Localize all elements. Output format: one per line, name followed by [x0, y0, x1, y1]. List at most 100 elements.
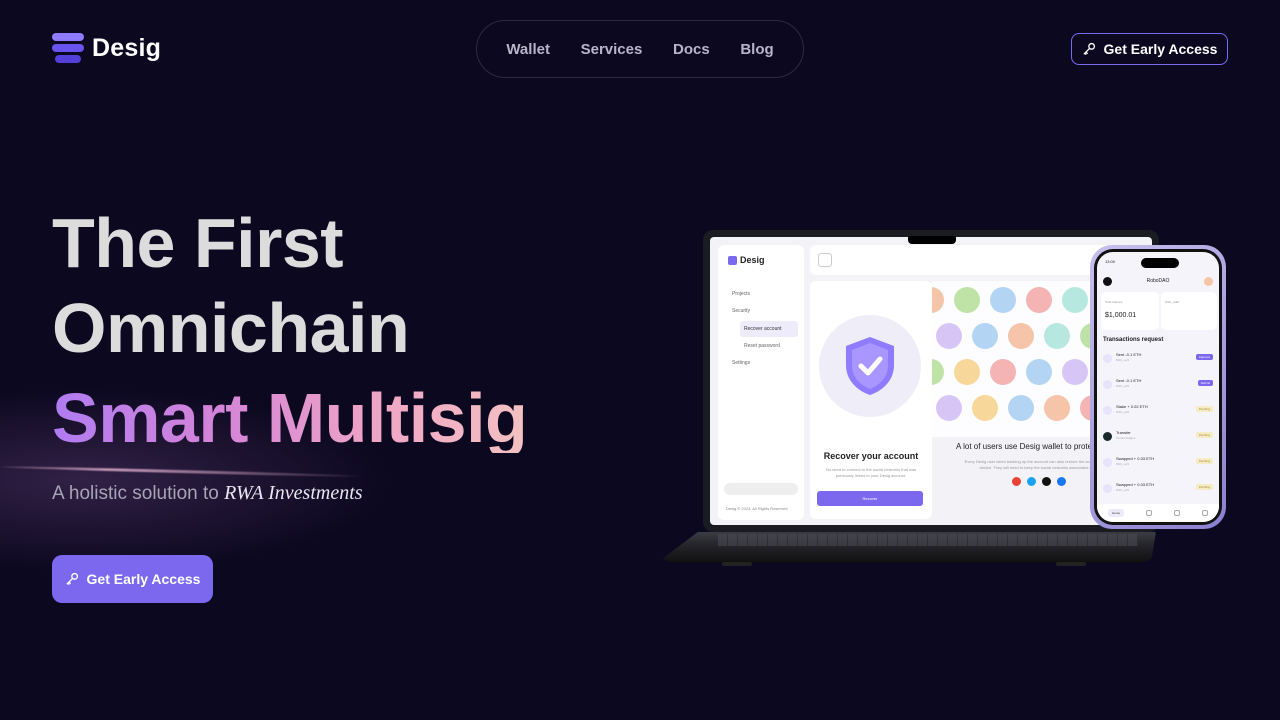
tx-title: Sent -0.1 ETH — [1116, 352, 1142, 357]
recover-description: No need to connect to the social network… — [825, 467, 917, 478]
hero-cta-label: Get Early Access — [86, 571, 201, 587]
phone-bezel: 13:00 RoboDAO Total balance $1,000.01 DS… — [1094, 249, 1222, 525]
tx-title: Sent -0.1 ETH — [1116, 378, 1142, 383]
tx-icon — [1103, 458, 1112, 467]
logo-icon — [728, 255, 737, 265]
logo-icon — [52, 32, 84, 64]
key-icon — [1083, 42, 1095, 55]
brand-name: Desig — [92, 33, 162, 62]
twitter-icon — [1027, 477, 1036, 486]
hero-early-access-button[interactable]: Get Early Access — [52, 555, 213, 603]
balance-card: Total balance $1,000.01 — [1101, 292, 1159, 330]
nav-item-services[interactable]: Services — [581, 41, 643, 58]
status-badge: Pending — [1195, 484, 1213, 490]
signer-card: DSG_addr — [1161, 292, 1217, 330]
avatar — [954, 359, 980, 385]
hero-title-line-1: The First — [52, 204, 344, 282]
avatar — [1026, 359, 1052, 385]
list-item: Transfer Tomas Dragon Pending — [1103, 430, 1213, 452]
shield-icon — [1174, 510, 1180, 516]
tx-sub: DSG_ax9 — [1116, 410, 1130, 414]
shield-check-icon — [846, 337, 894, 395]
sidebar-item-recover: Recover account — [740, 321, 798, 337]
tx-sub: Tomas Dragon — [1116, 436, 1136, 440]
nav-item-docs[interactable]: Docs — [673, 41, 710, 58]
status-badge: Approve — [1195, 354, 1213, 360]
app-brand-name: Desig — [740, 255, 765, 265]
laptop-foot — [1056, 562, 1086, 566]
tx-icon — [1103, 380, 1112, 389]
tx-icon — [1103, 406, 1112, 415]
theme-switcher — [724, 483, 798, 495]
sidebar-item-reset: Reset password — [744, 343, 780, 349]
avatar — [972, 395, 998, 421]
laptop-foot — [722, 562, 752, 566]
recover-card: Recover your account No need to connect … — [810, 281, 932, 519]
avatar — [1044, 323, 1070, 349]
avatar — [932, 359, 944, 385]
subtitle-prefix: A holistic solution to — [52, 483, 225, 504]
avatar — [1026, 287, 1052, 313]
list-item: Sent -0.1 ETH DSG_ax9 Submit — [1103, 378, 1213, 400]
laptop-keyboard — [718, 534, 1138, 546]
app-sidebar: Desig Projects Security Recover account … — [718, 245, 804, 520]
sidebar-item-security: Security — [732, 308, 751, 314]
brand-logo[interactable]: Desig — [52, 32, 161, 64]
tx-title: Swapped + 0.03 ETH — [1116, 456, 1155, 461]
menu-icon — [818, 253, 832, 267]
home-tab: Home — [1108, 509, 1124, 517]
phone-screen: 13:00 RoboDAO Total balance $1,000.01 DS… — [1097, 252, 1219, 522]
wallet-icon — [1146, 510, 1152, 516]
avatar — [1008, 323, 1034, 349]
status-badge: Pending — [1195, 432, 1213, 438]
sidebar-item-settings: Settings — [732, 360, 751, 366]
phone-time: 13:00 — [1105, 259, 1116, 264]
tx-icon — [1103, 432, 1112, 441]
status-badge: Submit — [1197, 380, 1213, 386]
phone-mockup: 13:00 RoboDAO Total balance $1,000.01 DS… — [1090, 245, 1226, 529]
laptop-notch — [908, 236, 956, 244]
tx-title: Transfer — [1116, 430, 1131, 435]
avatar — [1044, 395, 1070, 421]
gear-icon — [1202, 510, 1208, 516]
header-early-access-button[interactable]: Get Early Access — [1071, 33, 1228, 65]
shield-illustration — [819, 315, 921, 417]
nav-item-wallet[interactable]: Wallet — [506, 41, 550, 58]
avatar — [972, 323, 998, 349]
avatar — [1203, 276, 1213, 286]
tx-sub: DSG_ax9 — [1116, 488, 1130, 492]
subtitle-emphasis: RWA Investments — [224, 482, 363, 504]
facebook-icon — [1057, 477, 1066, 486]
status-badge: Pending — [1195, 458, 1213, 464]
app-brand: Desig — [728, 255, 765, 265]
balance-value: $1,000.01 — [1105, 312, 1137, 319]
transactions-title: Transactions request — [1103, 337, 1164, 343]
hero-title-line-2: Omnichain — [52, 289, 410, 367]
avatar — [1008, 395, 1034, 421]
phone-logo-icon — [1103, 276, 1112, 286]
nav-item-blog[interactable]: Blog — [740, 41, 773, 58]
tx-icon — [1103, 354, 1112, 363]
tx-title: Stake + 0.02 ETH — [1116, 404, 1148, 409]
dynamic-island — [1141, 258, 1179, 268]
tx-sub: DSG_ax9 — [1116, 358, 1130, 362]
laptop-screen-content: Desig Projects Security Recover account … — [710, 237, 1152, 525]
tx-icon — [1103, 484, 1112, 493]
main-nav: Wallet Services Docs Blog — [476, 20, 804, 78]
avatar — [1062, 359, 1088, 385]
google-icon — [1012, 477, 1021, 486]
hero-light-streak — [0, 465, 360, 478]
balance-label: Total balance — [1105, 300, 1123, 304]
list-item: Swapped + 0.03 ETH DSG_ax9 Pending — [1103, 482, 1213, 504]
list-item: Swapped + 0.03 ETH DSG_ax9 Pending — [1103, 456, 1213, 478]
app-copyright: Desig © 2023. All Rights Reserved — [726, 506, 788, 511]
avatar — [932, 287, 944, 313]
avatar — [954, 287, 980, 313]
phone-bottom-nav: Home — [1097, 504, 1219, 522]
avatar — [990, 359, 1016, 385]
tx-sub: DSG_ax9 — [1116, 384, 1130, 388]
phone-org-name: RoboDAO — [1146, 278, 1170, 284]
recover-button: Recover — [817, 491, 923, 506]
hero-title-gradient: Smart Multisig — [52, 379, 528, 457]
avatar — [990, 287, 1016, 313]
